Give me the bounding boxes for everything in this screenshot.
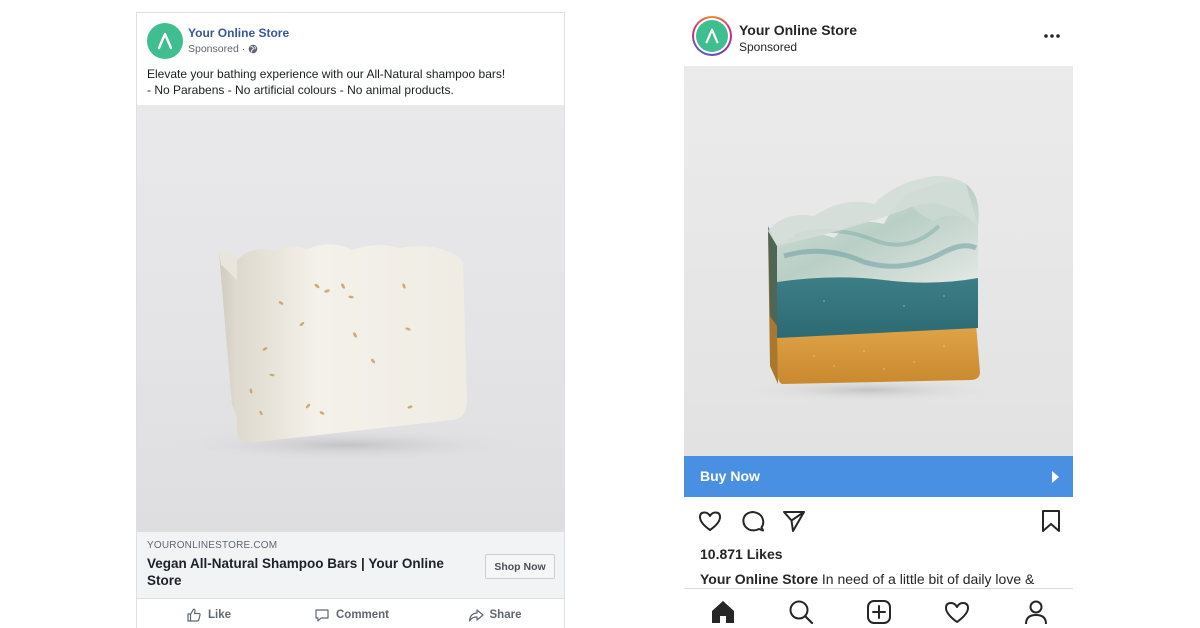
globe-icon: [248, 44, 258, 54]
fb-post-line: Elevate your bathing experience with our…: [147, 67, 506, 81]
ig-bottom-nav: [684, 588, 1073, 628]
fb-post-line: - No Parabens - No artificial colours - …: [147, 83, 454, 97]
facebook-ad-card: Your Online Store Sponsored · Elevate yo…: [136, 12, 565, 628]
like-button[interactable]: Like: [137, 600, 280, 628]
ig-caption-text: In need of a little bit of daily love &: [817, 571, 1035, 587]
share-button[interactable]: Share: [423, 600, 564, 628]
fb-page-avatar[interactable]: [147, 23, 183, 59]
fb-sponsored-text: Sponsored ·: [188, 43, 246, 55]
comment-icon[interactable]: [740, 508, 766, 534]
fb-post-header: Your Online Store Sponsored ·: [137, 13, 564, 69]
share-label: Share: [489, 609, 522, 621]
instagram-ad-card: Your Online Store Sponsored Buy Now 10.8…: [684, 10, 1073, 628]
fb-post-text: Elevate your bathing experience with our…: [147, 66, 505, 98]
search-icon[interactable]: [787, 598, 815, 626]
brand-logo-icon: [705, 28, 719, 44]
brand-logo-icon: [157, 32, 173, 50]
ig-caption-username[interactable]: Your Online Store: [700, 571, 818, 587]
arrow-right-icon: [1052, 471, 1059, 483]
send-icon[interactable]: [781, 508, 807, 534]
fb-action-bar: Like Comment Share: [137, 600, 564, 628]
ig-caption: Your Online Store In need of a little bi…: [700, 571, 1070, 587]
like-label: Like: [207, 609, 231, 621]
ig-sponsored-label: Sponsored: [739, 40, 798, 54]
heart-icon[interactable]: [697, 508, 723, 534]
white-soap-bar-illustration: [172, 244, 522, 461]
buy-now-button[interactable]: Buy Now: [684, 456, 1073, 497]
more-icon[interactable]: [1040, 28, 1064, 44]
fb-sponsored-label: Sponsored ·: [188, 43, 258, 55]
share-icon: [468, 609, 484, 622]
bookmark-icon[interactable]: [1038, 508, 1064, 534]
fb-ad-image-white-soap[interactable]: [137, 105, 564, 531]
add-icon[interactable]: [865, 598, 893, 626]
ig-ad-image-layered-soap[interactable]: [684, 66, 1073, 456]
layered-soap-bar-illustration: [744, 176, 994, 402]
fb-link-preview[interactable]: YOURONLINESTORE.COM Vegan All-Natural Sh…: [137, 531, 564, 599]
buy-now-label: Buy Now: [700, 468, 760, 484]
fb-link-headline[interactable]: Vegan All-Natural Shampoo Bars | Your On…: [147, 555, 462, 589]
ig-account-name[interactable]: Your Online Store: [739, 22, 857, 38]
heart-icon[interactable]: [943, 598, 971, 626]
profile-icon[interactable]: [1022, 598, 1050, 626]
ig-likes-count[interactable]: 10.871 Likes: [700, 546, 783, 562]
comment-icon: [315, 609, 329, 622]
shop-now-button[interactable]: Shop Now: [485, 554, 555, 579]
home-icon[interactable]: [709, 598, 737, 626]
ig-account-avatar: [696, 20, 728, 52]
ig-avatar-border: [694, 18, 730, 54]
ig-story-ring[interactable]: [692, 16, 732, 56]
fb-page-name[interactable]: Your Online Store: [188, 26, 289, 40]
comment-label: Comment: [335, 609, 390, 621]
thumbs-up-icon: [187, 608, 201, 622]
comment-button[interactable]: Comment: [280, 600, 423, 628]
fb-link-domain: YOURONLINESTORE.COM: [147, 540, 278, 551]
